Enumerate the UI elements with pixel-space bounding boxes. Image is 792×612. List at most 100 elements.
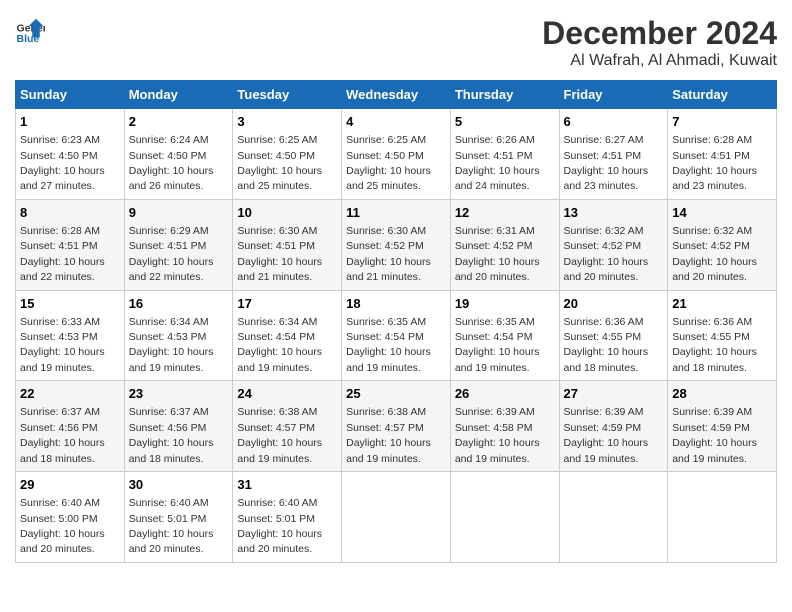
calendar-week-2: 8Sunrise: 6:28 AMSunset: 4:51 PMDaylight… bbox=[16, 199, 777, 290]
day-info: Sunrise: 6:29 AMSunset: 4:51 PMDaylight:… bbox=[129, 225, 214, 283]
day-number: 24 bbox=[237, 385, 337, 403]
day-number: 14 bbox=[672, 204, 772, 222]
day-info: Sunrise: 6:36 AMSunset: 4:55 PMDaylight:… bbox=[564, 316, 649, 374]
header-thursday: Thursday bbox=[450, 81, 559, 109]
calendar-cell: 17 Sunrise: 6:34 AMSunset: 4:54 PMDayligh… bbox=[233, 290, 342, 381]
calendar-cell: 9 Sunrise: 6:29 AMSunset: 4:51 PMDaylight… bbox=[124, 199, 233, 290]
header-tuesday: Tuesday bbox=[233, 81, 342, 109]
calendar-cell: 30Sunrise: 6:40 AMSunset: 5:01 PMDayligh… bbox=[124, 472, 233, 563]
calendar-cell: 8Sunrise: 6:28 AMSunset: 4:51 PMDaylight… bbox=[16, 199, 125, 290]
calendar-cell bbox=[342, 472, 451, 563]
calendar-cell: 11Sunrise: 6:30 AMSunset: 4:52 PMDayligh… bbox=[342, 199, 451, 290]
calendar-cell: 7Sunrise: 6:28 AMSunset: 4:51 PMDaylight… bbox=[668, 109, 777, 200]
header-friday: Friday bbox=[559, 81, 668, 109]
day-info: Sunrise: 6:39 AMSunset: 4:59 PMDaylight:… bbox=[672, 406, 757, 464]
day-number: 7 bbox=[672, 113, 772, 131]
day-info: Sunrise: 6:31 AMSunset: 4:52 PMDaylight:… bbox=[455, 225, 540, 283]
calendar-cell: 24 Sunrise: 6:38 AMSunset: 4:57 PMDayligh… bbox=[233, 381, 342, 472]
calendar-cell: 20 Sunrise: 6:36 AMSunset: 4:55 PMDayligh… bbox=[559, 290, 668, 381]
calendar-cell: 4 Sunrise: 6:25 AMSunset: 4:50 PMDaylight… bbox=[342, 109, 451, 200]
day-number: 6 bbox=[564, 113, 664, 131]
day-info: Sunrise: 6:35 AMSunset: 4:54 PMDaylight:… bbox=[455, 316, 540, 374]
day-number: 15 bbox=[20, 295, 120, 313]
logo: General Blue bbox=[15, 15, 49, 45]
location: Al Wafrah, Al Ahmadi, Kuwait bbox=[542, 52, 777, 70]
day-number: 22 bbox=[20, 385, 120, 403]
day-number: 27 bbox=[564, 385, 664, 403]
calendar-table: SundayMondayTuesdayWednesdayThursdayFrid… bbox=[15, 80, 777, 563]
day-number: 18 bbox=[346, 295, 446, 313]
day-info: Sunrise: 6:37 AMSunset: 4:56 PMDaylight:… bbox=[20, 406, 105, 464]
day-info: Sunrise: 6:32 AMSunset: 4:52 PMDaylight:… bbox=[672, 225, 757, 283]
logo-icon: General Blue bbox=[15, 15, 45, 45]
day-info: Sunrise: 6:26 AMSunset: 4:51 PMDaylight:… bbox=[455, 134, 540, 192]
day-info: Sunrise: 6:24 AMSunset: 4:50 PMDaylight:… bbox=[129, 134, 214, 192]
calendar-cell bbox=[668, 472, 777, 563]
day-info: Sunrise: 6:30 AMSunset: 4:52 PMDaylight:… bbox=[346, 225, 431, 283]
calendar-cell: 25Sunrise: 6:38 AMSunset: 4:57 PMDayligh… bbox=[342, 381, 451, 472]
day-number: 17 bbox=[237, 295, 337, 313]
header-sunday: Sunday bbox=[16, 81, 125, 109]
calendar-cell: 27Sunrise: 6:39 AMSunset: 4:59 PMDayligh… bbox=[559, 381, 668, 472]
day-number: 3 bbox=[237, 113, 337, 131]
day-info: Sunrise: 6:40 AMSunset: 5:01 PMDaylight:… bbox=[237, 497, 322, 555]
day-number: 4 bbox=[346, 113, 446, 131]
day-info: Sunrise: 6:27 AMSunset: 4:51 PMDaylight:… bbox=[564, 134, 649, 192]
calendar-cell: 6 Sunrise: 6:27 AMSunset: 4:51 PMDaylight… bbox=[559, 109, 668, 200]
calendar-cell: 15 Sunrise: 6:33 AMSunset: 4:53 PMDayligh… bbox=[16, 290, 125, 381]
title-block: December 2024 Al Wafrah, Al Ahmadi, Kuwa… bbox=[542, 15, 777, 70]
day-number: 28 bbox=[672, 385, 772, 403]
day-number: 16 bbox=[129, 295, 229, 313]
calendar-cell: 23Sunrise: 6:37 AMSunset: 4:56 PMDayligh… bbox=[124, 381, 233, 472]
calendar-cell: 18 Sunrise: 6:35 AMSunset: 4:54 PMDayligh… bbox=[342, 290, 451, 381]
day-number: 2 bbox=[129, 113, 229, 131]
calendar-cell: 26 Sunrise: 6:39 AMSunset: 4:58 PMDayligh… bbox=[450, 381, 559, 472]
day-number: 23 bbox=[129, 385, 229, 403]
header-monday: Monday bbox=[124, 81, 233, 109]
day-number: 13 bbox=[564, 204, 664, 222]
calendar-cell bbox=[559, 472, 668, 563]
day-number: 9 bbox=[129, 204, 229, 222]
day-number: 12 bbox=[455, 204, 555, 222]
calendar-cell: 3Sunrise: 6:25 AMSunset: 4:50 PMDaylight… bbox=[233, 109, 342, 200]
day-number: 26 bbox=[455, 385, 555, 403]
day-number: 5 bbox=[455, 113, 555, 131]
day-info: Sunrise: 6:33 AMSunset: 4:53 PMDaylight:… bbox=[20, 316, 105, 374]
calendar-week-3: 15 Sunrise: 6:33 AMSunset: 4:53 PMDayligh… bbox=[16, 290, 777, 381]
day-info: Sunrise: 6:34 AMSunset: 4:54 PMDaylight:… bbox=[237, 316, 322, 374]
calendar-cell bbox=[450, 472, 559, 563]
calendar-cell: 13 Sunrise: 6:32 AMSunset: 4:52 PMDayligh… bbox=[559, 199, 668, 290]
calendar-cell: 21Sunrise: 6:36 AMSunset: 4:55 PMDayligh… bbox=[668, 290, 777, 381]
day-info: Sunrise: 6:38 AMSunset: 4:57 PMDaylight:… bbox=[237, 406, 322, 464]
day-info: Sunrise: 6:34 AMSunset: 4:53 PMDaylight:… bbox=[129, 316, 214, 374]
day-number: 20 bbox=[564, 295, 664, 313]
day-number: 31 bbox=[237, 476, 337, 494]
day-number: 19 bbox=[455, 295, 555, 313]
day-info: Sunrise: 6:25 AMSunset: 4:50 PMDaylight:… bbox=[346, 134, 431, 192]
day-info: Sunrise: 6:35 AMSunset: 4:54 PMDaylight:… bbox=[346, 316, 431, 374]
calendar-cell: 10Sunrise: 6:30 AMSunset: 4:51 PMDayligh… bbox=[233, 199, 342, 290]
day-number: 10 bbox=[237, 204, 337, 222]
day-number: 30 bbox=[129, 476, 229, 494]
header-wednesday: Wednesday bbox=[342, 81, 451, 109]
page-header: General Blue December 2024 Al Wafrah, Al… bbox=[15, 15, 777, 70]
header-saturday: Saturday bbox=[668, 81, 777, 109]
calendar-cell: 22 Sunrise: 6:37 AMSunset: 4:56 PMDayligh… bbox=[16, 381, 125, 472]
calendar-cell: 12 Sunrise: 6:31 AMSunset: 4:52 PMDayligh… bbox=[450, 199, 559, 290]
calendar-week-1: 1Sunrise: 6:23 AMSunset: 4:50 PMDaylight… bbox=[16, 109, 777, 200]
month-title: December 2024 bbox=[542, 15, 777, 52]
calendar-cell: 5 Sunrise: 6:26 AMSunset: 4:51 PMDaylight… bbox=[450, 109, 559, 200]
day-number: 1 bbox=[20, 113, 120, 131]
day-info: Sunrise: 6:32 AMSunset: 4:52 PMDaylight:… bbox=[564, 225, 649, 283]
calendar-header-row: SundayMondayTuesdayWednesdayThursdayFrid… bbox=[16, 81, 777, 109]
day-number: 29 bbox=[20, 476, 120, 494]
day-number: 21 bbox=[672, 295, 772, 313]
calendar-cell: 19 Sunrise: 6:35 AMSunset: 4:54 PMDayligh… bbox=[450, 290, 559, 381]
calendar-cell: 1Sunrise: 6:23 AMSunset: 4:50 PMDaylight… bbox=[16, 109, 125, 200]
calendar-cell: 31 Sunrise: 6:40 AMSunset: 5:01 PMDayligh… bbox=[233, 472, 342, 563]
calendar-cell: 2 Sunrise: 6:24 AMSunset: 4:50 PMDaylight… bbox=[124, 109, 233, 200]
day-info: Sunrise: 6:39 AMSunset: 4:58 PMDaylight:… bbox=[455, 406, 540, 464]
calendar-cell: 14 Sunrise: 6:32 AMSunset: 4:52 PMDayligh… bbox=[668, 199, 777, 290]
calendar-cell: 28 Sunrise: 6:39 AMSunset: 4:59 PMDayligh… bbox=[668, 381, 777, 472]
day-number: 8 bbox=[20, 204, 120, 222]
